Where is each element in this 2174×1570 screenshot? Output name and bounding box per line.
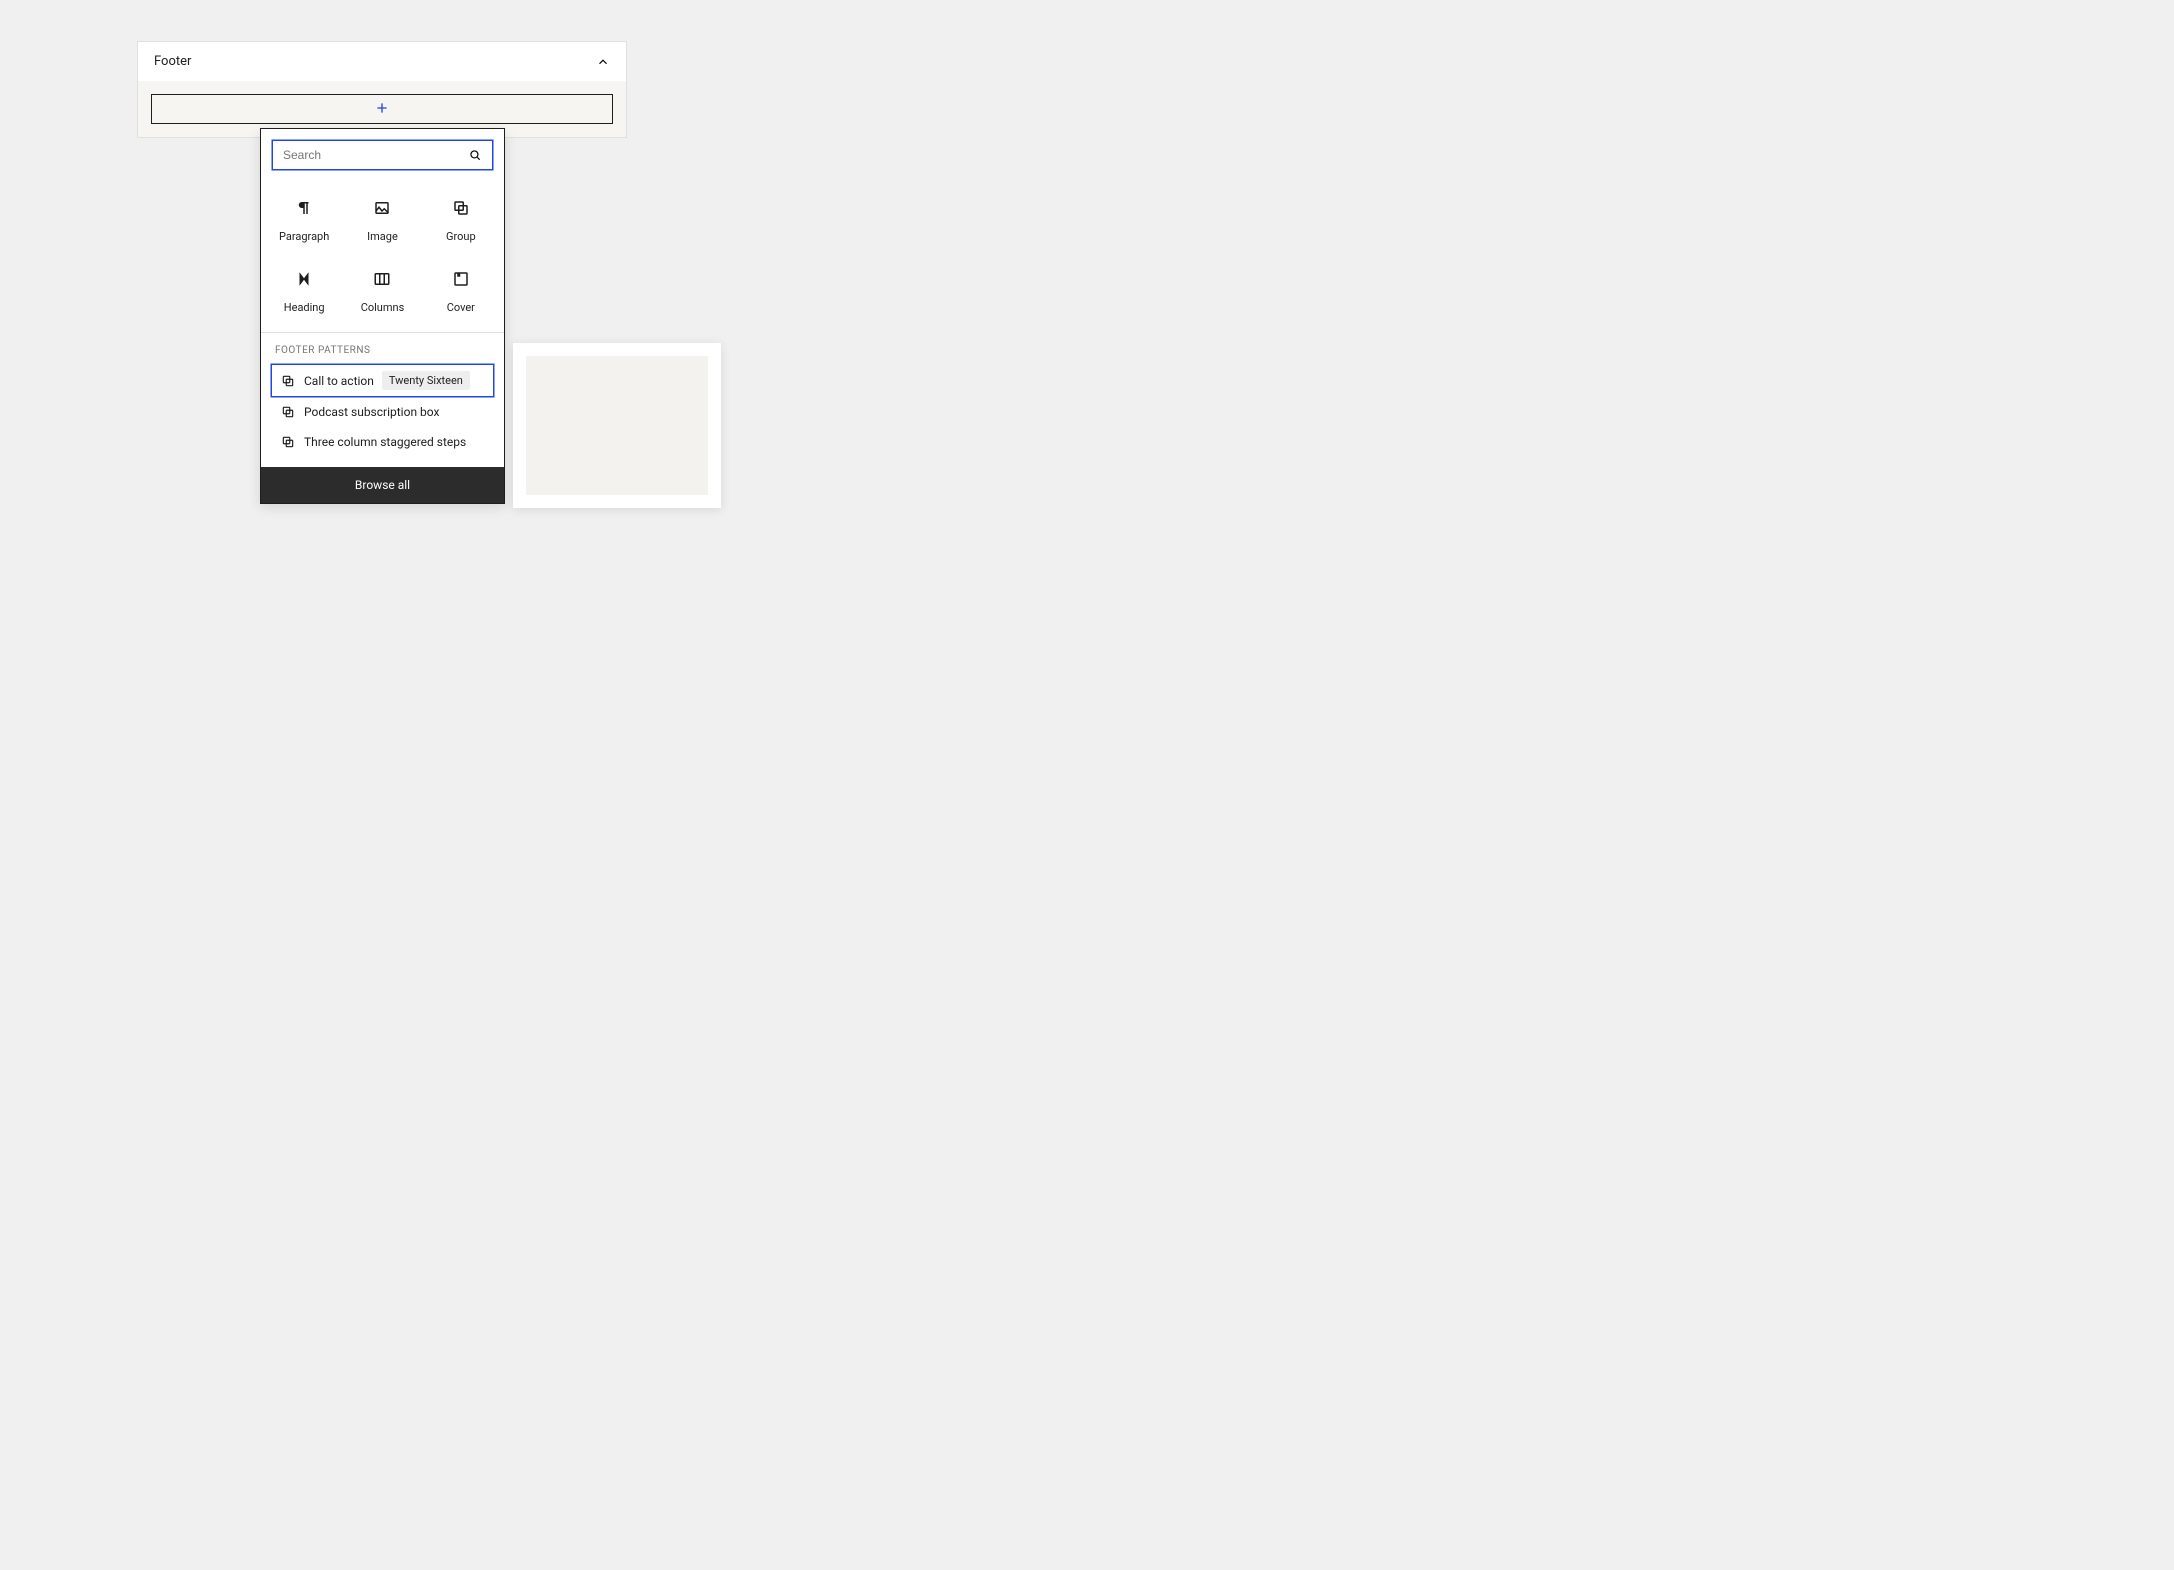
chevron-up-icon[interactable] (596, 55, 610, 69)
paragraph-icon (292, 196, 316, 220)
footer-panel-title: Footer (154, 54, 191, 69)
block-label: Paragraph (279, 230, 329, 243)
pattern-preview-canvas (526, 356, 708, 495)
add-block-button[interactable] (151, 94, 613, 124)
block-label: Columns (361, 301, 405, 314)
block-label: Heading (284, 301, 325, 314)
plus-icon (374, 100, 390, 119)
patterns-section: FOOTER PATTERNS Call to action Twenty Si… (261, 332, 504, 467)
patterns-heading: FOOTER PATTERNS (261, 333, 504, 364)
group-icon (280, 373, 296, 389)
search-input[interactable] (283, 148, 468, 162)
cover-icon (449, 267, 473, 291)
block-label: Cover (447, 301, 475, 314)
group-icon (449, 196, 473, 220)
pattern-list: Call to action Twenty Sixteen Podcast su… (261, 364, 504, 467)
group-icon (280, 404, 296, 420)
pattern-item-three-column[interactable]: Three column staggered steps (271, 427, 494, 457)
pattern-label: Three column staggered steps (304, 435, 466, 449)
columns-icon (370, 267, 394, 291)
pattern-label: Call to action (304, 374, 374, 388)
block-heading[interactable]: Heading (265, 253, 343, 324)
image-icon (370, 196, 394, 220)
block-columns[interactable]: Columns (343, 253, 421, 324)
block-image[interactable]: Image (343, 182, 421, 253)
group-icon (280, 434, 296, 450)
block-paragraph[interactable]: Paragraph (265, 182, 343, 253)
pattern-preview-card (513, 343, 721, 508)
block-label: Image (367, 230, 398, 243)
pattern-label: Podcast subscription box (304, 405, 439, 419)
inserter-search[interactable] (272, 140, 493, 170)
block-cover[interactable]: Cover (422, 253, 500, 324)
block-group[interactable]: Group (422, 182, 500, 253)
search-icon (468, 148, 482, 162)
pattern-tag: Twenty Sixteen (382, 371, 470, 390)
browse-all-button[interactable]: Browse all (261, 467, 504, 503)
pattern-item-podcast[interactable]: Podcast subscription box (271, 397, 494, 427)
block-label: Group (446, 230, 476, 243)
pattern-item-call-to-action[interactable]: Call to action Twenty Sixteen (271, 364, 494, 397)
footer-panel-header[interactable]: Footer (138, 42, 626, 81)
heading-icon (292, 267, 316, 291)
block-grid: Paragraph Image Group Heading Columns Co… (261, 170, 504, 332)
footer-panel: Footer (137, 41, 627, 138)
block-inserter-popover: Paragraph Image Group Heading Columns Co… (260, 128, 505, 504)
